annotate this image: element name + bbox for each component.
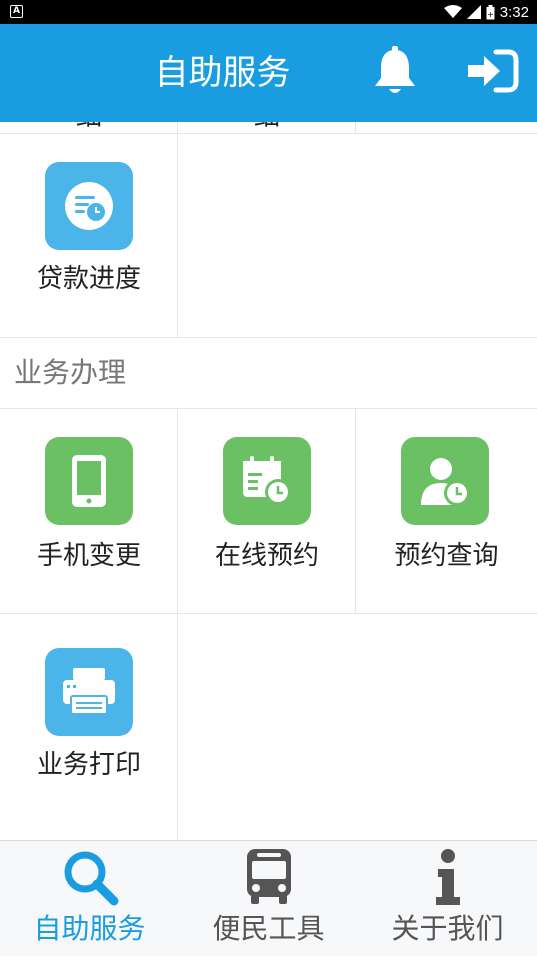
person-clock-icon (421, 458, 470, 506)
business-row-1: 手机变更 在线预约 预约查询 (0, 408, 537, 614)
bus-icon (247, 849, 291, 904)
partial-row: 细 细 (0, 122, 537, 134)
signal-icon (466, 5, 481, 19)
calendar-clock-icon (243, 456, 291, 505)
business-print-item[interactable]: 业务打印 (0, 614, 178, 840)
grid-cell-empty (356, 122, 537, 133)
business-print-label: 业务打印 (36, 750, 141, 780)
bottom-tab-bar: 自助服务 便民工具 关于我们 (0, 840, 537, 956)
booking-query-tile (401, 437, 489, 525)
section-title-business: 业务办理 (14, 356, 127, 389)
loan-progress-item[interactable]: 贷款进度 (0, 134, 178, 337)
tab-label: 关于我们 (391, 912, 504, 945)
battery-icon: + (486, 4, 495, 19)
wifi-icon (443, 5, 462, 18)
notification-a-icon: A (10, 5, 23, 18)
business-row-2: 业务打印 (0, 614, 537, 840)
printer-icon (63, 668, 115, 715)
tab-label: 自助服务 (33, 912, 146, 945)
business-print-tile (45, 648, 133, 736)
grid-cell[interactable]: 细 (178, 122, 356, 133)
document-clock-icon (65, 182, 113, 230)
booking-query-item[interactable]: 预约查询 (356, 409, 537, 613)
loan-progress-label: 贷款进度 (36, 264, 141, 294)
grid-cell[interactable]: 细 (0, 122, 178, 133)
tab-about-us[interactable]: 关于我们 (358, 841, 537, 957)
notifications-button[interactable] (370, 44, 420, 98)
booking-query-label: 预约查询 (394, 541, 499, 571)
phone-icon (72, 455, 106, 507)
status-bar: A + 3:32 (0, 0, 537, 24)
grid-cell-label: 细 (178, 122, 356, 133)
search-icon (64, 851, 119, 906)
status-time: 3:32 (499, 3, 529, 21)
grid-cell-empty (178, 614, 537, 840)
online-booking-label: 在线预约 (214, 541, 319, 571)
tab-convenience-tools[interactable]: 便民工具 (179, 841, 358, 957)
grid-cell-empty (178, 134, 537, 337)
app-bar: 自助服务 (0, 24, 537, 122)
logout-button[interactable] (464, 48, 520, 94)
svg-text:+: + (487, 10, 494, 19)
online-booking-tile (223, 437, 311, 525)
tab-self-service[interactable]: 自助服务 (0, 841, 179, 957)
sign-in-icon (468, 49, 519, 93)
phone-change-label: 手机变更 (36, 541, 141, 571)
loan-row: 贷款进度 (0, 134, 537, 338)
service-grid[interactable]: 细 细 贷款进度 业务办理 (0, 122, 537, 840)
loan-progress-tile (45, 162, 133, 250)
info-icon (436, 849, 460, 905)
bell-icon (375, 46, 415, 93)
phone-change-item[interactable]: 手机变更 (0, 409, 178, 613)
online-booking-item[interactable]: 在线预约 (178, 409, 356, 613)
grid-cell-label: 细 (0, 122, 178, 133)
phone-change-tile (45, 437, 133, 525)
tab-label: 便民工具 (212, 912, 325, 945)
